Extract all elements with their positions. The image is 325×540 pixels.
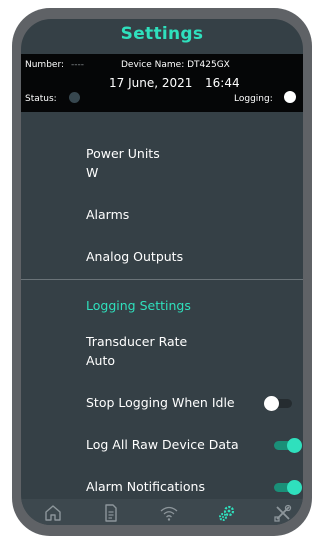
alarm-notifications-toggle[interactable] bbox=[274, 480, 302, 495]
power-units-setting[interactable]: Power Units W bbox=[86, 146, 160, 180]
log-raw-data-toggle[interactable] bbox=[274, 438, 302, 453]
transducer-rate-value: Auto bbox=[86, 353, 116, 368]
alarm-notifications-label: Alarm Notifications bbox=[86, 479, 205, 494]
time-text: 16:44 bbox=[205, 76, 240, 90]
toggle-knob bbox=[287, 438, 302, 453]
tools-icon[interactable] bbox=[273, 503, 293, 523]
log-raw-data-label: Log All Raw Device Data bbox=[86, 437, 239, 452]
phone-frame: Settings Number: ---- Device Name: DT425… bbox=[12, 8, 312, 536]
stop-logging-toggle[interactable] bbox=[264, 396, 292, 411]
wifi-icon[interactable] bbox=[159, 503, 179, 523]
power-units-label: Power Units bbox=[86, 146, 160, 161]
device-info-band: Number: ---- Device Name: DT425GX 17 Jun… bbox=[21, 54, 303, 112]
analog-outputs-setting[interactable]: Analog Outputs bbox=[86, 249, 183, 264]
toggle-knob bbox=[287, 480, 302, 495]
status-label: Status: bbox=[25, 94, 57, 104]
number-label: Number: bbox=[25, 60, 65, 70]
number-value: ---- bbox=[71, 60, 84, 70]
page-title: Settings bbox=[120, 24, 204, 44]
logging-settings-heading: Logging Settings bbox=[86, 298, 191, 313]
logging-indicator bbox=[284, 91, 296, 103]
alarms-setting[interactable]: Alarms bbox=[86, 207, 129, 222]
divider bbox=[21, 279, 303, 280]
status-indicator bbox=[69, 92, 80, 103]
bottom-nav bbox=[21, 499, 303, 525]
settings-gear-icon[interactable] bbox=[217, 503, 237, 523]
screen: Settings Number: ---- Device Name: DT425… bbox=[21, 19, 303, 525]
toggle-knob bbox=[264, 396, 279, 411]
date-text: 17 June, 2021 bbox=[109, 76, 193, 90]
logging-label: Logging: bbox=[234, 94, 273, 104]
document-icon[interactable] bbox=[101, 503, 121, 523]
transducer-rate-label: Transducer Rate bbox=[86, 334, 188, 349]
transducer-rate-setting[interactable]: Transducer Rate Auto bbox=[86, 334, 187, 368]
stop-logging-label: Stop Logging When Idle bbox=[86, 395, 235, 410]
home-icon[interactable] bbox=[43, 503, 63, 523]
power-units-value: W bbox=[86, 165, 99, 180]
device-name: Device Name: DT425GX bbox=[121, 60, 230, 70]
